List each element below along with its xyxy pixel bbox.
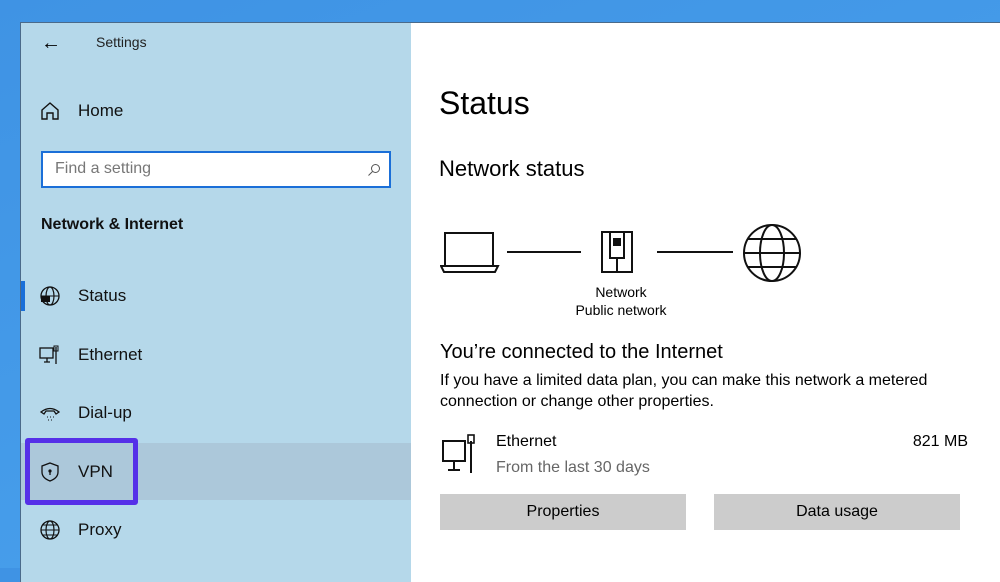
data-usage-button[interactable]: Data usage bbox=[714, 494, 960, 530]
connection-line bbox=[657, 251, 733, 253]
ethernet-icon bbox=[442, 434, 475, 473]
adapter-period: From the last 30 days bbox=[496, 459, 650, 476]
network-type: Public network bbox=[575, 302, 667, 318]
properties-button[interactable]: Properties bbox=[440, 494, 686, 530]
window-title: Settings bbox=[96, 34, 147, 50]
dial-up-phone-icon bbox=[39, 407, 61, 421]
home-icon bbox=[41, 102, 59, 120]
globe-icon bbox=[40, 520, 60, 540]
vpn-highlight-box bbox=[25, 438, 138, 505]
sidebar-item-ethernet[interactable]: Ethernet bbox=[21, 330, 411, 380]
status-label: Status bbox=[78, 286, 127, 305]
main-content: Status Network status Network Public net… bbox=[411, 23, 1000, 582]
data-usage-amount: 821 MB bbox=[912, 433, 968, 450]
page-title: Status bbox=[439, 85, 530, 121]
home-label: Home bbox=[78, 101, 124, 120]
sidebar-item-home[interactable]: Home bbox=[21, 86, 411, 136]
adapter-name: Ethernet bbox=[496, 433, 557, 450]
sidebar: ← Settings Home Find a setting Network &… bbox=[21, 23, 411, 582]
search-icon[interactable] bbox=[367, 163, 381, 177]
network-name: Network bbox=[595, 284, 647, 300]
ethernet-label: Ethernet bbox=[78, 345, 143, 364]
connection-status: You’re connected to the Internet bbox=[440, 341, 723, 363]
ethernet-icon bbox=[39, 345, 59, 364]
proxy-label: Proxy bbox=[78, 520, 122, 539]
back-arrow-icon[interactable]: ← bbox=[41, 32, 61, 55]
sidebar-item-status[interactable]: Status bbox=[21, 271, 411, 321]
internet-globe-icon bbox=[743, 224, 801, 282]
description: If you have a limited data plan, you can… bbox=[440, 372, 928, 410]
search-input[interactable]: Find a setting bbox=[41, 151, 391, 188]
connection-line bbox=[507, 251, 581, 253]
section-heading: Network & Internet bbox=[41, 216, 184, 233]
laptop-icon bbox=[440, 232, 500, 273]
globe-monitor-icon bbox=[40, 286, 60, 306]
sidebar-item-dial-up[interactable]: Dial-up bbox=[21, 388, 411, 438]
settings-window: ← Settings Home Find a setting Network &… bbox=[20, 22, 1000, 582]
sidebar-item-proxy[interactable]: Proxy bbox=[21, 505, 411, 555]
dial-up-label: Dial-up bbox=[78, 403, 132, 422]
network-adapter-icon bbox=[601, 231, 633, 273]
search-placeholder: Find a setting bbox=[55, 160, 152, 177]
network-status-heading: Network status bbox=[439, 156, 585, 181]
